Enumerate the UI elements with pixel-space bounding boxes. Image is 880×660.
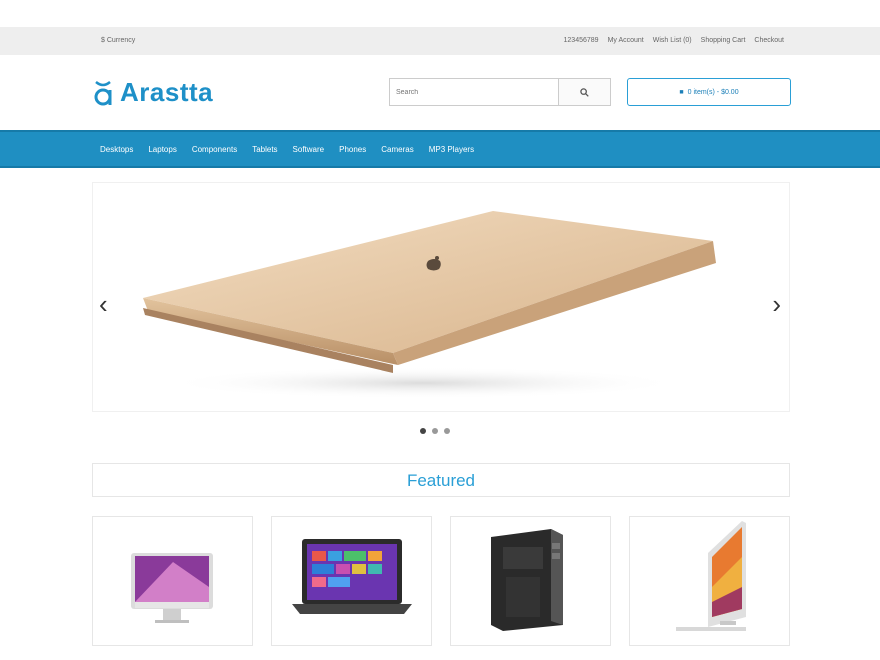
header: Arastta ■ 0 item(s) - $0.00 [0, 55, 880, 130]
product-card[interactable] [629, 516, 790, 646]
main-nav: Desktops Laptops Components Tablets Soft… [0, 130, 880, 168]
macbook-slide-image [143, 211, 716, 399]
cart-label: 0 item(s) - $0.00 [687, 88, 739, 96]
store-logo[interactable]: Arastta [92, 77, 213, 108]
slider-dot-1[interactable] [420, 428, 426, 434]
nav-item-mp3-players[interactable]: MP3 Players [429, 145, 474, 154]
slider-dot-3[interactable] [444, 428, 450, 434]
top-bar: $ Currency 123456789 My Account Wish Lis… [0, 27, 880, 55]
shopping-cart-link[interactable]: Shopping Cart [701, 37, 746, 44]
nav-item-software[interactable]: Software [293, 145, 325, 154]
product-card[interactable] [92, 516, 253, 646]
slider-pagination [420, 428, 450, 434]
cart-button[interactable]: ■ 0 item(s) - $0.00 [627, 78, 791, 106]
phone-link[interactable]: 123456789 [564, 37, 599, 44]
nav-item-components[interactable]: Components [192, 145, 237, 154]
checkout-link[interactable]: Checkout [754, 37, 784, 44]
nav-item-phones[interactable]: Phones [339, 145, 366, 154]
featured-products [92, 516, 790, 646]
search-input[interactable] [390, 79, 558, 105]
slider-next-button[interactable]: › [772, 291, 781, 317]
currency-dropdown[interactable]: $ Currency [101, 37, 135, 44]
product-card[interactable] [450, 516, 611, 646]
slider-dot-2[interactable] [432, 428, 438, 434]
logo-text: Arastta [120, 77, 214, 107]
imac-icon [131, 553, 213, 623]
nav-item-desktops[interactable]: Desktops [100, 145, 133, 154]
search-icon [580, 87, 589, 97]
product-card[interactable] [271, 516, 432, 646]
search-button[interactable] [558, 79, 610, 105]
tower-pc-icon [491, 529, 563, 631]
nav-item-laptops[interactable]: Laptops [148, 145, 176, 154]
slider-prev-button[interactable]: ‹ [99, 291, 108, 317]
top-links: 123456789 My Account Wish List (0) Shopp… [564, 37, 784, 44]
nav-item-cameras[interactable]: Cameras [381, 145, 413, 154]
nav-item-tablets[interactable]: Tablets [252, 145, 277, 154]
search-box [389, 78, 611, 106]
cart-icon: ■ [679, 88, 684, 96]
wish-list-link[interactable]: Wish List (0) [653, 37, 692, 44]
imac-side-icon [676, 521, 746, 631]
logo-icon [94, 80, 112, 105]
my-account-link[interactable]: My Account [608, 37, 644, 44]
laptop-icon [292, 539, 412, 614]
hero-slider[interactable]: ‹ › [92, 182, 790, 412]
featured-heading: Featured [92, 463, 790, 497]
